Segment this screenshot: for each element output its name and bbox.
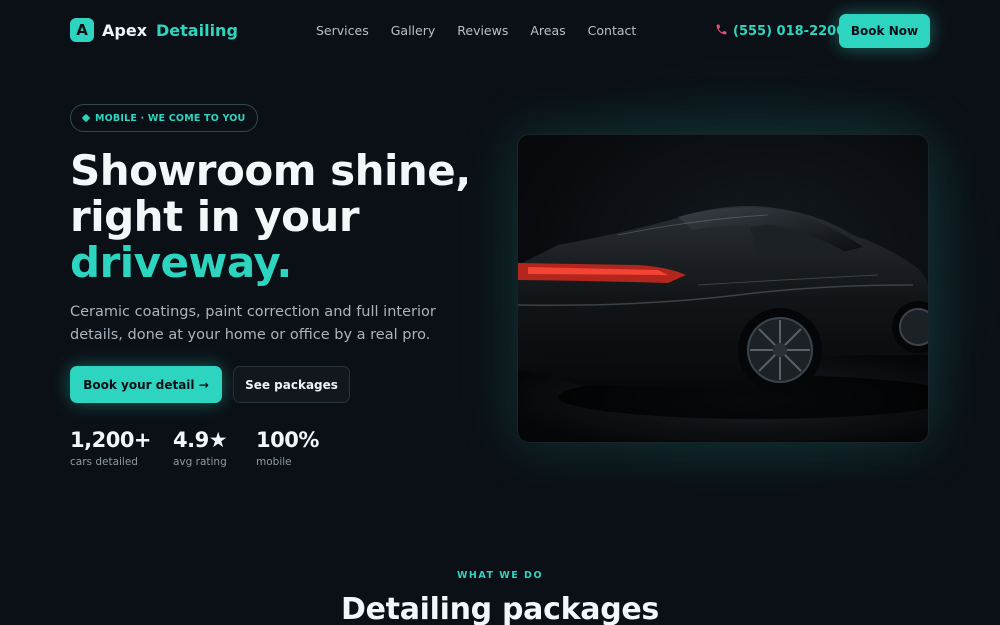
headline-accent: driveway. [70, 238, 292, 287]
stat-rating: 4.9★ avg rating [173, 428, 228, 468]
logo[interactable]: A Apex Detailing [70, 18, 238, 42]
diamond-icon [81, 113, 91, 123]
stat-value: 1,200+ [70, 428, 152, 452]
main-nav: Services Gallery Reviews Areas Contact [316, 23, 636, 38]
stat-value: 100% [256, 428, 319, 452]
logo-mark: A [70, 18, 94, 42]
phone-link[interactable]: (555) 018-2200 [715, 23, 845, 40]
stat-value: 4.9★ [173, 428, 228, 452]
car-illustration [518, 206, 928, 442]
hero-headline: Showroom shine, right in your driveway. [70, 148, 490, 286]
stat-label: cars detailed [70, 456, 138, 468]
nav-gallery[interactable]: Gallery [391, 23, 436, 38]
stat-label: avg rating [173, 456, 227, 468]
nav-services[interactable]: Services [316, 23, 369, 38]
book-detail-button[interactable]: Book your detail → [70, 366, 222, 403]
hero-subtext: Ceramic coatings, paint correction and f… [70, 304, 436, 343]
mobile-badge: MOBILE · WE COME TO YOU [70, 104, 259, 132]
badge-text: MOBILE · WE COME TO YOU [95, 112, 246, 124]
phone-icon [715, 23, 728, 40]
logo-word-apex: Apex [102, 20, 148, 40]
nav-reviews[interactable]: Reviews [457, 23, 508, 38]
logo-word-detailing: Detailing [156, 20, 238, 40]
site-header: A Apex Detailing Services Gallery Review… [0, 0, 1000, 62]
nav-areas[interactable]: Areas [530, 23, 565, 38]
stat-cars: 1,200+ cars detailed [70, 428, 152, 468]
stat-mobile: 100% mobile [256, 428, 319, 468]
stat-label: mobile [256, 456, 292, 468]
phone-number: (555) 018-2200 [733, 24, 846, 39]
book-now-button[interactable]: Book Now [839, 14, 930, 48]
nav-contact[interactable]: Contact [588, 23, 637, 38]
headline-line2: right in your [70, 192, 360, 241]
hero-car-image [517, 134, 929, 443]
section-title: Detailing packages [341, 592, 659, 625]
section-eyebrow: WHAT WE DO [456, 570, 544, 581]
see-packages-button[interactable]: See packages [233, 366, 350, 403]
headline-line1: Showroom shine, [70, 146, 471, 195]
